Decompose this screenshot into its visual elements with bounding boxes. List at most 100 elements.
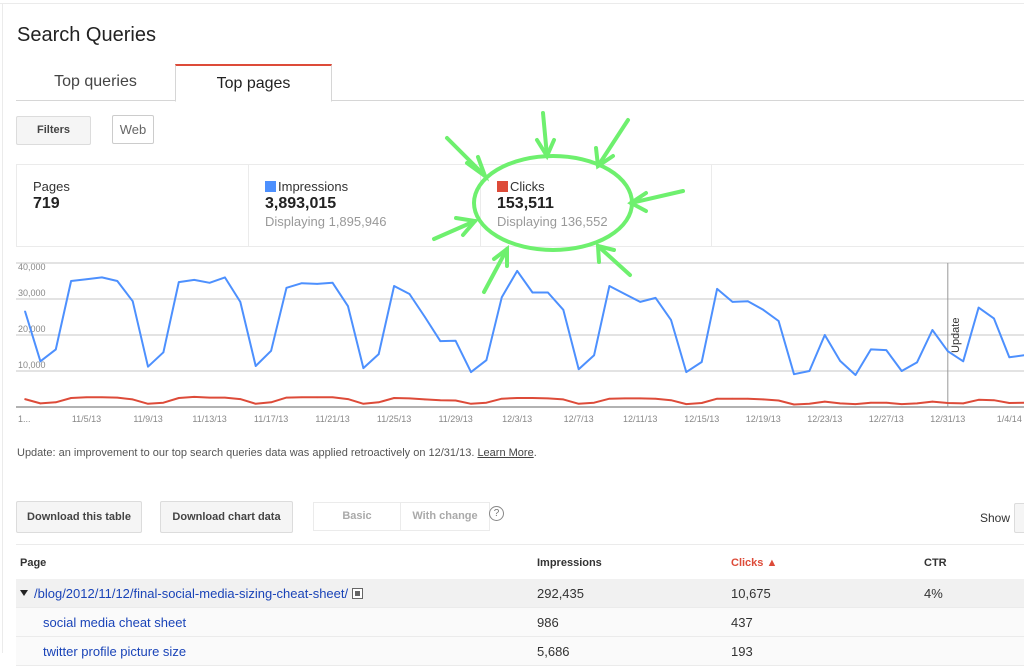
- data-point-impressions: [916, 362, 918, 364]
- frame-border-left: [2, 3, 3, 653]
- query-link[interactable]: social media cheat sheet: [43, 615, 186, 630]
- help-icon[interactable]: ?: [489, 506, 504, 521]
- filters-button[interactable]: Filters: [16, 116, 91, 145]
- update-note: Update: an improvement to our top search…: [17, 447, 537, 459]
- line-chart: 10,00020,00030,00040,0001...11/5/1311/9/…: [16, 255, 1024, 435]
- column-header-impressions[interactable]: Impressions: [537, 557, 602, 569]
- data-point-clicks: [839, 403, 841, 405]
- data-point-impressions: [347, 305, 349, 307]
- data-point-clicks: [270, 402, 272, 404]
- summary-panel: Pages 719 Impressions 3,893,015 Displayi…: [16, 164, 1024, 247]
- update-note-tail: .: [534, 447, 537, 459]
- data-point-impressions: [55, 349, 57, 351]
- x-tick-label: 12/7/13: [564, 414, 594, 424]
- metric-impressions[interactable]: Impressions 3,893,015 Displaying 1,895,9…: [249, 165, 481, 247]
- collapse-triangle-icon[interactable]: [20, 590, 28, 596]
- chart-svg: 10,00020,00030,00040,0001...11/5/1311/9/…: [16, 255, 1024, 435]
- data-point-impressions: [578, 368, 580, 370]
- data-point-impressions: [932, 329, 934, 331]
- page-link[interactable]: /blog/2012/11/12/final-social-media-sizi…: [34, 586, 348, 601]
- query-link[interactable]: twitter profile picture size: [43, 644, 186, 659]
- clicks-cell: 437: [731, 615, 753, 630]
- data-point-clicks: [978, 399, 980, 401]
- data-point-impressions: [270, 350, 272, 352]
- data-point-clicks: [870, 402, 872, 404]
- data-point-clicks: [424, 399, 426, 401]
- data-point-impressions: [686, 371, 688, 373]
- data-point-clicks: [409, 398, 411, 400]
- data-point-clicks: [639, 398, 641, 400]
- data-point-impressions: [224, 277, 226, 279]
- series-line-clicks: [25, 397, 1024, 405]
- table-header: Page Impressions Clicks ▲ CTR: [16, 544, 1024, 579]
- data-point-clicks: [132, 399, 134, 401]
- x-tick-label: 11/21/13: [315, 414, 349, 424]
- external-link-icon[interactable]: [352, 588, 363, 599]
- pointer-arrow: [596, 120, 628, 166]
- data-point-impressions: [363, 367, 365, 369]
- data-point-clicks: [609, 398, 611, 400]
- data-point-impressions: [778, 320, 780, 322]
- data-point-impressions: [240, 301, 242, 303]
- x-tick-label: 12/31/13: [930, 414, 965, 424]
- data-point-impressions: [378, 353, 380, 355]
- column-header-page[interactable]: Page: [20, 557, 46, 569]
- data-point-impressions: [301, 282, 303, 284]
- data-point-impressions: [316, 283, 318, 285]
- data-point-clicks: [24, 398, 26, 400]
- data-point-impressions: [470, 371, 472, 373]
- impressions-swatch-icon[interactable]: [265, 181, 276, 192]
- data-point-clicks: [101, 396, 103, 398]
- web-filter-chip[interactable]: Web: [112, 115, 154, 144]
- clicks-cell: 193: [731, 644, 753, 659]
- data-point-clicks: [793, 404, 795, 406]
- data-point-clicks: [593, 402, 595, 404]
- data-point-impressions: [993, 318, 995, 320]
- data-point-clicks: [732, 398, 734, 400]
- table-row: /blog/2012/11/12/final-social-media-sizi…: [16, 579, 1024, 608]
- data-point-impressions: [547, 292, 549, 294]
- x-tick-label: 12/11/13: [623, 414, 657, 424]
- data-point-impressions: [593, 354, 595, 356]
- data-point-clicks: [547, 398, 549, 400]
- x-tick-label: 12/3/13: [502, 414, 532, 424]
- download-chart-data-button[interactable]: Download chart data: [160, 501, 293, 533]
- data-point-impressions: [286, 287, 288, 289]
- x-tick-label: 11/17/13: [254, 414, 288, 424]
- update-note-text: Update: an improvement to our top search…: [17, 447, 477, 459]
- metric-clicks-displaying: Displaying 136,552: [497, 214, 711, 229]
- x-tick-label: 11/29/13: [438, 414, 472, 424]
- data-point-impressions: [255, 365, 257, 367]
- data-point-clicks: [993, 399, 995, 401]
- column-header-ctr[interactable]: CTR: [924, 557, 947, 569]
- data-point-clicks: [224, 397, 226, 399]
- view-basic-button[interactable]: Basic: [314, 503, 401, 530]
- tab-top-pages[interactable]: Top pages: [175, 64, 332, 102]
- data-point-clicks: [1009, 402, 1011, 404]
- page-cell: /blog/2012/11/12/final-social-media-sizi…: [20, 586, 363, 601]
- data-point-clicks: [901, 403, 903, 405]
- x-tick-label: 12/19/13: [746, 414, 781, 424]
- data-point-impressions: [655, 297, 657, 299]
- column-header-clicks[interactable]: Clicks ▲: [731, 557, 777, 569]
- impressions-cell: 5,686: [537, 644, 570, 659]
- metric-clicks[interactable]: Clicks 153,511 Displaying 136,552: [481, 165, 712, 247]
- data-point-clicks: [301, 396, 303, 398]
- data-point-impressions: [516, 270, 518, 272]
- learn-more-link[interactable]: Learn More: [477, 447, 533, 459]
- data-point-clicks: [778, 400, 780, 402]
- data-point-impressions: [147, 366, 149, 368]
- data-point-impressions: [178, 281, 180, 283]
- data-point-impressions: [855, 374, 857, 376]
- data-point-impressions: [409, 293, 411, 295]
- data-point-clicks: [716, 398, 718, 400]
- tab-top-queries[interactable]: Top queries: [16, 64, 175, 101]
- table-row: twitter profile picture size 5,686 193: [16, 637, 1024, 666]
- clicks-swatch-icon[interactable]: [497, 181, 508, 192]
- data-point-clicks: [40, 403, 42, 405]
- show-rows-select[interactable]: [1014, 503, 1024, 533]
- pointer-arrow: [537, 113, 554, 156]
- download-table-button[interactable]: Download this table: [16, 501, 142, 533]
- view-with-change-button[interactable]: With change: [401, 503, 489, 530]
- data-point-clicks: [116, 397, 118, 399]
